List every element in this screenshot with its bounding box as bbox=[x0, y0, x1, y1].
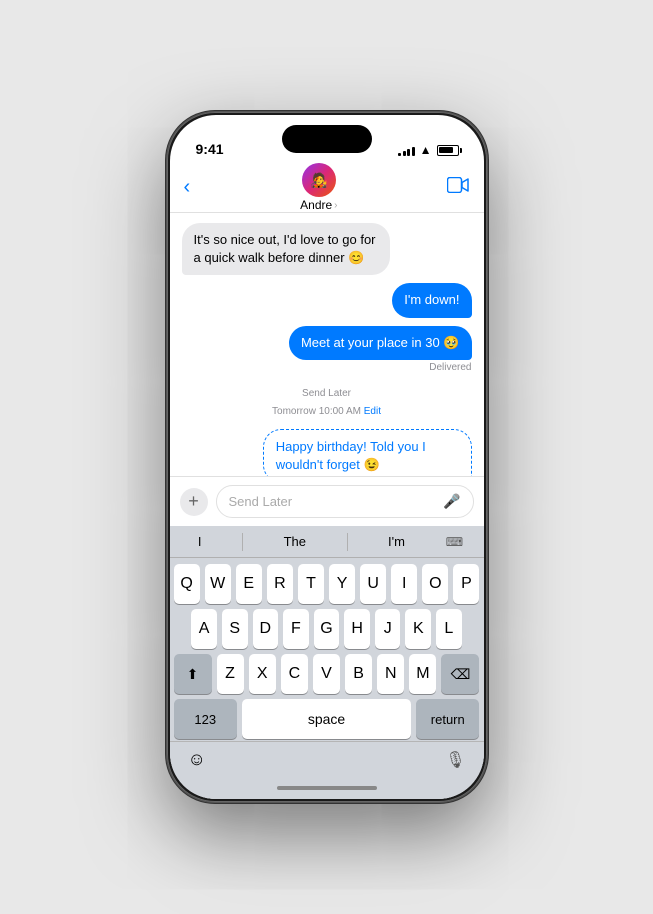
status-time: 9:41 bbox=[196, 141, 224, 157]
phone-screen: 9:41 ▲ ‹ bbox=[170, 115, 484, 799]
message-received-1: It's so nice out, I'd love to go for a q… bbox=[182, 223, 472, 275]
contact-info[interactable]: 🧑‍🎤 Andre › bbox=[300, 163, 337, 212]
video-call-button[interactable] bbox=[447, 177, 469, 198]
status-icons: ▲ bbox=[398, 143, 461, 157]
key-l[interactable]: L bbox=[436, 609, 462, 649]
bubble-text: It's so nice out, I'd love to go for a q… bbox=[194, 232, 376, 265]
key-b[interactable]: B bbox=[345, 654, 372, 694]
contact-chevron-icon: › bbox=[334, 200, 337, 211]
bubble-received-1: It's so nice out, I'd love to go for a q… bbox=[182, 223, 391, 275]
dynamic-island bbox=[282, 125, 372, 153]
message-sent-1: I'm down! bbox=[182, 283, 472, 317]
key-z[interactable]: Z bbox=[217, 654, 244, 694]
message-sent-2: Meet at your place in 30 🥹 Delivered bbox=[182, 326, 472, 373]
bubble-text: Happy birthday! Told you I wouldn't forg… bbox=[276, 439, 426, 472]
mic-icon: 🎤 bbox=[443, 493, 460, 510]
key-k[interactable]: K bbox=[405, 609, 431, 649]
messages-area: It's so nice out, I'd love to go for a q… bbox=[170, 213, 484, 476]
emoji-bar: ☺ 🎙 bbox=[170, 741, 484, 777]
key-c[interactable]: C bbox=[281, 654, 308, 694]
key-q[interactable]: Q bbox=[174, 564, 200, 604]
signal-icon bbox=[398, 145, 415, 156]
wifi-icon: ▲ bbox=[420, 143, 432, 157]
message-input[interactable]: Send Later 🎤 bbox=[216, 485, 474, 518]
keyboard-format-icon[interactable]: ⌨ bbox=[446, 535, 463, 549]
phone-shell: 9:41 ▲ ‹ bbox=[167, 112, 487, 802]
edit-link[interactable]: Edit bbox=[364, 406, 381, 417]
bubble-sent-later: Happy birthday! Told you I wouldn't forg… bbox=[263, 429, 472, 476]
key-u[interactable]: U bbox=[360, 564, 386, 604]
delivered-status: Delivered bbox=[429, 362, 471, 373]
key-row-2: A S D F G H J K L bbox=[174, 609, 480, 649]
suggestion-i[interactable]: I bbox=[190, 532, 210, 551]
bubble-sent-2: Meet at your place in 30 🥹 bbox=[289, 326, 472, 360]
key-d[interactable]: D bbox=[253, 609, 279, 649]
key-h[interactable]: H bbox=[344, 609, 370, 649]
key-row-1: Q W E R T Y U I O P bbox=[174, 564, 480, 604]
key-o[interactable]: O bbox=[422, 564, 448, 604]
key-p[interactable]: P bbox=[453, 564, 479, 604]
key-g[interactable]: G bbox=[314, 609, 340, 649]
battery-icon bbox=[437, 145, 462, 156]
input-placeholder: Send Later bbox=[229, 494, 293, 509]
key-m[interactable]: M bbox=[409, 654, 436, 694]
keyboard-rows: Q W E R T Y U I O P A S D F bbox=[170, 558, 484, 741]
input-area: + Send Later 🎤 bbox=[170, 476, 484, 526]
keyboard-suggestions: I The I'm ⌨ bbox=[170, 526, 484, 558]
key-y[interactable]: Y bbox=[329, 564, 355, 604]
numbers-key[interactable]: 123 bbox=[174, 699, 237, 739]
return-key[interactable]: return bbox=[416, 699, 479, 739]
input-row: + Send Later 🎤 bbox=[180, 485, 474, 518]
delete-key[interactable]: ⌫ bbox=[441, 654, 479, 694]
key-row-bottom: 123 space return bbox=[174, 699, 480, 739]
bubble-text: I'm down! bbox=[404, 292, 459, 307]
plus-icon: + bbox=[188, 491, 199, 512]
contact-name: Andre bbox=[300, 198, 332, 212]
key-s[interactable]: S bbox=[222, 609, 248, 649]
mic-keyboard-icon[interactable]: 🎙 bbox=[445, 750, 465, 770]
back-chevron-icon: ‹ bbox=[184, 176, 191, 199]
video-icon bbox=[447, 177, 469, 193]
key-r[interactable]: R bbox=[267, 564, 293, 604]
bubble-text: Meet at your place in 30 🥹 bbox=[301, 335, 460, 350]
home-bar bbox=[277, 786, 377, 790]
home-bar-wrap bbox=[170, 777, 484, 799]
key-a[interactable]: A bbox=[191, 609, 217, 649]
add-attachment-button[interactable]: + bbox=[180, 488, 208, 516]
nav-bar: ‹ 🧑‍🎤 Andre › bbox=[170, 163, 484, 213]
key-w[interactable]: W bbox=[205, 564, 231, 604]
suggestion-im[interactable]: I'm bbox=[380, 532, 413, 551]
key-i[interactable]: I bbox=[391, 564, 417, 604]
key-e[interactable]: E bbox=[236, 564, 262, 604]
space-key[interactable]: space bbox=[242, 699, 411, 739]
key-f[interactable]: F bbox=[283, 609, 309, 649]
suggestion-the[interactable]: The bbox=[276, 532, 314, 551]
send-later-info: Send LaterTomorrow 10:00 AM Edit bbox=[182, 383, 472, 419]
shift-key[interactable]: ⬆ bbox=[174, 654, 212, 694]
back-button[interactable]: ‹ bbox=[184, 176, 191, 199]
key-j[interactable]: J bbox=[375, 609, 401, 649]
emoji-icon[interactable]: ☺ bbox=[188, 749, 206, 770]
message-sent-later: Happy birthday! Told you I wouldn't forg… bbox=[182, 429, 472, 476]
key-x[interactable]: X bbox=[249, 654, 276, 694]
key-row-3: ⬆ Z X C V B N M ⌫ bbox=[174, 654, 480, 694]
key-n[interactable]: N bbox=[377, 654, 404, 694]
bubble-sent-1: I'm down! bbox=[392, 283, 471, 317]
key-t[interactable]: T bbox=[298, 564, 324, 604]
key-v[interactable]: V bbox=[313, 654, 340, 694]
keyboard: I The I'm ⌨ Q W E R T Y U I bbox=[170, 526, 484, 799]
avatar: 🧑‍🎤 bbox=[302, 163, 336, 197]
